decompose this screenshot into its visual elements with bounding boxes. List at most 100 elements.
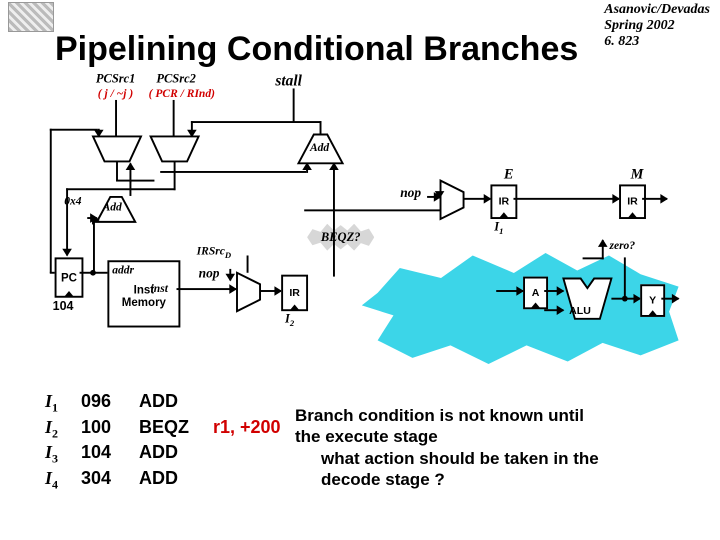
instruction-row: I2 100 BEQZ r1, +200	[45, 416, 281, 442]
wire	[173, 100, 175, 136]
label-alu: ALU	[569, 305, 591, 317]
label-pcsrc2-sub: ( PCR / RInd)	[149, 87, 215, 101]
slide-canvas: Asanovic/Devadas Spring 2002 6. 823 Pipe…	[0, 0, 720, 540]
wire	[306, 163, 308, 173]
wire	[116, 161, 118, 180]
label-pcsrc1-sub: ( j / ~j )	[98, 87, 133, 101]
wire	[66, 188, 175, 190]
wire	[333, 209, 335, 276]
pipeline-diagram: PCSrc1 ( j / ~j ) PCSrc2 ( PCR / RInd) s…	[45, 75, 669, 363]
wire	[93, 219, 99, 221]
mit-crest	[8, 2, 54, 32]
wire	[191, 121, 322, 123]
instr-mnem: ADD	[139, 390, 199, 413]
label-pcsrc1: PCSrc1	[96, 71, 136, 86]
reg-y: Y	[640, 284, 665, 317]
wire	[247, 255, 249, 272]
instruction-row: I4 304 ADD	[45, 467, 281, 493]
label-nop-e: nop	[400, 186, 421, 201]
label-y: Y	[642, 295, 663, 307]
label-zero: zero?	[609, 238, 635, 252]
wire	[333, 163, 335, 211]
label-ir-m: IR	[621, 196, 644, 208]
wire	[174, 161, 176, 190]
wire	[544, 309, 563, 311]
wire	[116, 180, 154, 182]
wire	[661, 298, 678, 300]
instr-addr: 096	[81, 390, 125, 413]
instr-index: I1	[45, 390, 67, 416]
mux-pcsrc1	[91, 135, 143, 164]
wire	[93, 219, 95, 273]
header-line-authors: Asanovic/Devadas	[604, 2, 710, 18]
wire	[583, 257, 604, 259]
wire	[642, 198, 667, 200]
explain-line: decode stage ?	[295, 469, 700, 490]
wire	[50, 129, 52, 273]
reg-pc: PC	[55, 257, 84, 297]
label-m-stage: M	[631, 167, 644, 183]
explain-paragraph: Branch condition is not known until the …	[295, 405, 700, 490]
instr-mnem: ADD	[139, 441, 199, 464]
wire	[293, 88, 295, 123]
wire	[464, 198, 491, 200]
label-i1-e: I1	[494, 219, 503, 236]
instr-index: I3	[45, 441, 67, 467]
wire	[129, 181, 131, 196]
instr-index: I4	[45, 467, 67, 493]
label-add2: Add	[310, 140, 329, 154]
label-i2: I2	[285, 311, 294, 328]
wire	[50, 129, 98, 131]
instr-mnem: ADD	[139, 467, 199, 490]
instr-index: I2	[45, 416, 67, 442]
label-ir-e: IR	[492, 196, 515, 208]
reg-a: A	[523, 277, 548, 310]
highlight-blob	[362, 243, 679, 368]
header-line-term: Spring 2002	[604, 18, 710, 34]
instr-addr: 104	[81, 441, 125, 464]
label-nop-d: nop	[199, 267, 220, 282]
header-line-course: 6. 823	[604, 34, 710, 50]
wire	[229, 269, 231, 281]
label-beqz: BEQZ?	[321, 230, 361, 245]
header-meta: Asanovic/Devadas Spring 2002 6. 823	[604, 2, 710, 50]
label-pcsrc2: PCSrc2	[156, 71, 196, 86]
reg-ir-decode: IR	[281, 275, 308, 311]
mux-pcsrc2	[149, 135, 201, 164]
mux-irsrc-d	[235, 271, 262, 313]
instr-ops: r1, +200	[213, 416, 281, 439]
explain-line: the execute stage	[295, 427, 438, 446]
label-e-stage: E	[504, 167, 514, 183]
wire	[177, 288, 237, 290]
reg-ir-mem: IR	[619, 184, 646, 219]
page-title: Pipelining Conditional Branches	[55, 30, 578, 69]
beqz-star: BEQZ?	[307, 224, 374, 251]
wire	[496, 290, 523, 292]
wire	[191, 121, 193, 136]
instr-mnem: BEQZ	[139, 416, 199, 439]
wire	[129, 163, 131, 182]
instr-addr: 304	[81, 467, 125, 490]
mux-irsrc-e	[439, 179, 466, 221]
wire	[320, 121, 322, 134]
label-irsrc-d: IRSrcD	[197, 244, 231, 260]
wire	[115, 100, 117, 136]
instruction-row: I3 104 ADD	[45, 441, 281, 467]
wire	[624, 257, 626, 298]
wire	[304, 209, 440, 211]
instruction-table: I1 096 ADD I2 100 BEQZ r1, +200 I3 104 A…	[45, 390, 281, 492]
wire	[98, 129, 100, 137]
label-const-0x4: 0x4	[64, 194, 81, 208]
label-add1: Add	[103, 200, 122, 214]
label-imem: Inst Memory	[109, 284, 178, 309]
explain-line: Branch condition is not known until	[295, 406, 584, 425]
reg-ir-execute: IR	[490, 184, 517, 219]
wire	[260, 290, 281, 292]
wire	[160, 171, 306, 173]
label-inst: inst	[151, 281, 168, 295]
explain-line: what action should be taken in the	[295, 448, 700, 469]
wire	[513, 198, 619, 200]
instruction-row: I1 096 ADD	[45, 390, 281, 416]
label-addr: addr	[112, 263, 134, 277]
label-ir-d: IR	[283, 287, 306, 299]
